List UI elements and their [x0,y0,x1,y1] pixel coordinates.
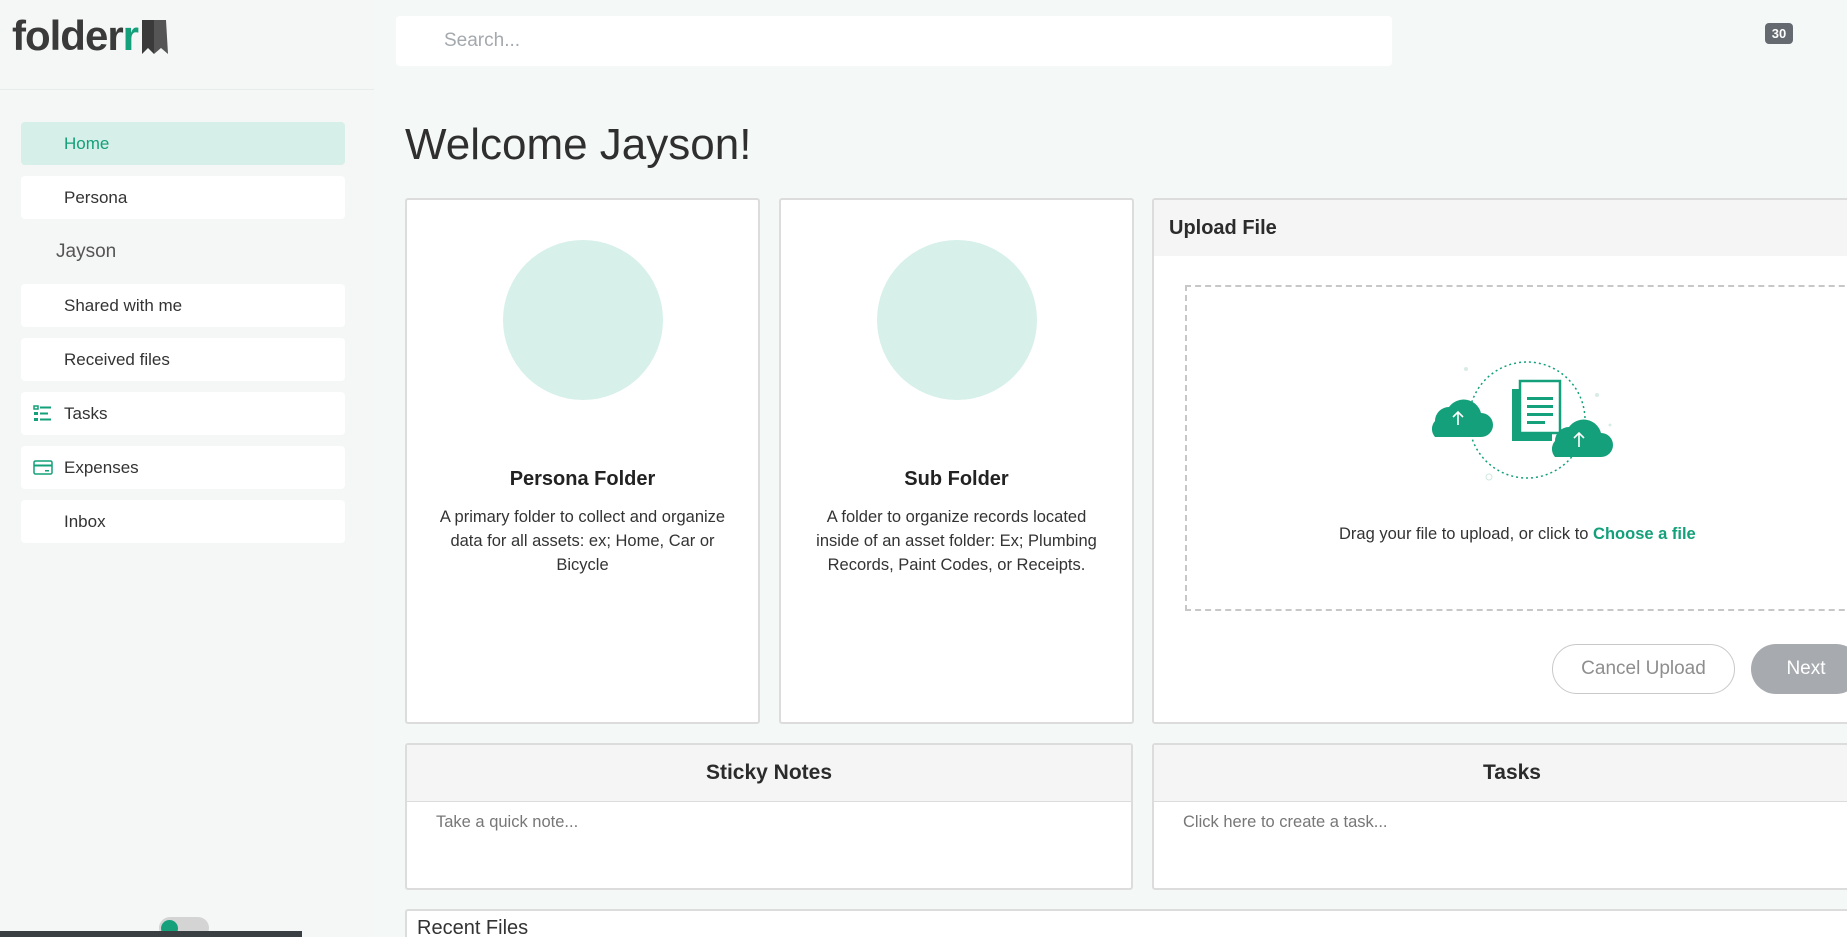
sidebar-item-label: Expenses [64,457,139,477]
file-dropzone[interactable]: Drag your file to upload, or click to Ch… [1185,285,1847,611]
sidebar-item-inbox[interactable]: Inbox [21,500,345,543]
tasks-card: Tasks Click here to create a task... [1152,743,1847,890]
choose-file-link[interactable]: Choose a file [1593,525,1696,543]
sidebar-item-label: Tasks [64,403,108,423]
tasks-list-icon [33,405,51,421]
upload-card-title: Upload File [1154,200,1847,256]
sticky-note-input[interactable]: Take a quick note... [436,813,578,832]
sticky-notes-title: Sticky Notes [407,745,1131,802]
sidebar-item-received-files[interactable]: Received files [21,338,345,381]
cloud-upload-illustration-icon [1432,361,1613,481]
page-title: Welcome Jayson! [405,120,752,169]
search-input[interactable] [396,16,1392,66]
persona-folder-title: Persona Folder [509,468,656,490]
sidebar-section-jayson[interactable]: Jayson [21,230,345,273]
create-task-input[interactable]: Click here to create a task... [1183,813,1388,832]
drop-text: Drag your file to upload, or click to [1339,525,1589,543]
bookmark-logo-icon [142,20,169,54]
sticky-notes-card: Sticky Notes Take a quick note... [405,743,1133,890]
notification-badge[interactable]: 30 [1765,23,1793,44]
credit-card-icon [33,460,53,475]
cancel-upload-button[interactable]: Cancel Upload [1552,644,1735,694]
upload-file-card: Upload File Drag your file to upload, or… [1152,198,1847,724]
sidebar-item-label: Home [64,133,110,153]
recent-files-card: Recent Files [405,909,1847,937]
tasks-title: Tasks [1154,745,1847,802]
sidebar-item-persona[interactable]: Persona [21,176,345,219]
sub-folder-description: A folder to organize records located ins… [816,508,1097,574]
sidebar-item-home[interactable]: Home [21,122,345,165]
sidebar-item-label: Persona [64,187,128,207]
sidebar-section-label: Jayson [56,240,117,262]
app-logo[interactable]: folder r [12,12,170,60]
dropzone-instructions: Drag your file to upload, or click to Ch… [1339,525,1696,544]
next-button[interactable]: Next [1751,644,1847,694]
persona-folder-card[interactable]: Persona Folder A primary folder to colle… [405,198,760,724]
sidebar-item-label: Inbox [64,511,106,531]
persona-folder-description: A primary folder to collect and organize… [439,508,726,574]
recent-files-title: Recent Files [417,917,529,937]
logo-area: folder r [0,0,374,90]
sidebar-item-tasks[interactable]: Tasks [21,392,345,435]
sidebar-item-shared-with-me[interactable]: Shared with me [21,284,345,327]
sub-folder-card[interactable]: Sub Folder A folder to organize records … [779,198,1134,724]
logo-text: folder [12,12,124,59]
bottom-bar [0,931,302,937]
sidebar-item-label: Shared with me [64,295,183,315]
sub-folder-image [876,240,1037,400]
sidebar: folder r Home Persona Jayson Shared with … [0,0,374,937]
persona-folder-image [502,240,663,400]
sidebar-item-label: Received files [64,349,170,369]
logo-accent-text: r [122,12,139,59]
sidebar-nav: Home Persona Jayson Shared with me Recei… [21,122,345,554]
sub-folder-title: Sub Folder [904,468,1009,490]
sidebar-item-expenses[interactable]: Expenses [21,446,345,489]
